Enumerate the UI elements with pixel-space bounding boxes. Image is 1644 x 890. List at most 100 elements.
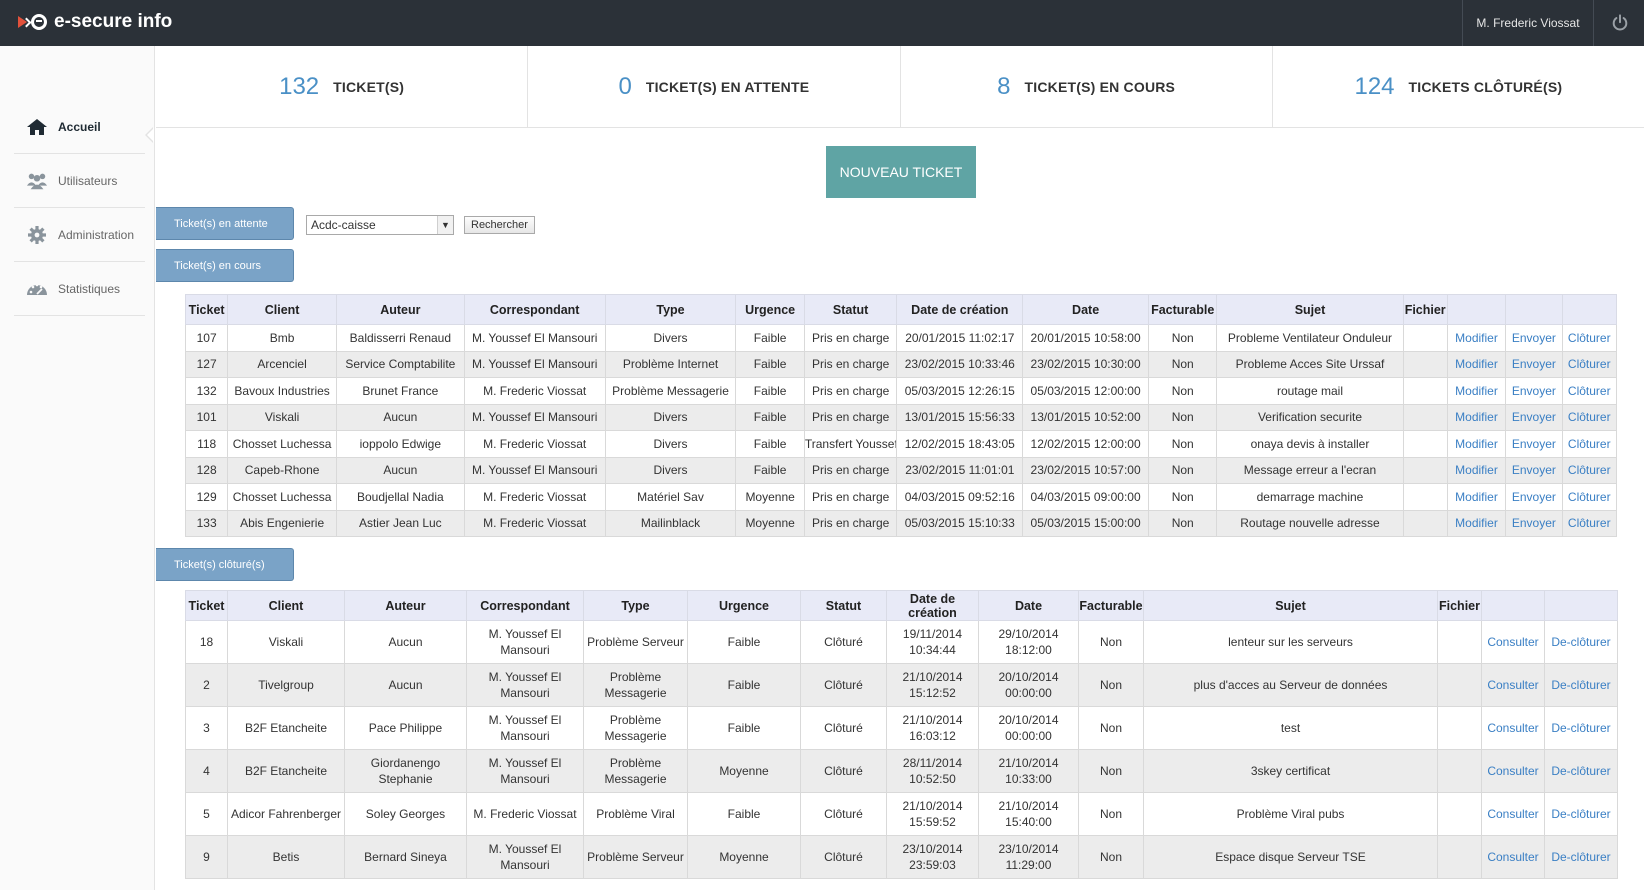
power-icon[interactable]: [1596, 0, 1644, 46]
stat-value: 124: [1354, 72, 1395, 100]
table-cell: 12/02/2015 12:00:00: [1022, 430, 1149, 458]
action-link[interactable]: De-clôturer: [1544, 835, 1618, 879]
users-icon: [26, 170, 48, 192]
action-link[interactable]: De-clôturer: [1544, 749, 1618, 793]
table-cell: 20/10/2014 00:00:00: [978, 706, 1079, 750]
user-name[interactable]: M. Frederic Viossat: [1462, 0, 1594, 46]
dashboard-icon: [26, 278, 48, 300]
table-row: 101 Viskali Aucun M. Youssef El Mansouri Div…: [184, 403, 1618, 431]
action-link[interactable]: Clôturer: [1561, 403, 1618, 431]
table-cell: 23/02/2015 11:01:01: [896, 456, 1024, 484]
table-cell: Faible: [687, 620, 801, 664]
column-header: Auteur: [335, 294, 465, 325]
search-button[interactable]: Rechercher: [464, 216, 535, 234]
action-link[interactable]: Clôturer: [1561, 430, 1618, 458]
action-link[interactable]: Envoyer: [1505, 430, 1563, 458]
action-link[interactable]: Clôturer: [1561, 483, 1618, 511]
table-cell: Tivelgroup: [227, 663, 345, 707]
table-row: 127 Arcenciel Service Comptabilite M. Youss…: [184, 350, 1618, 378]
sidebar-item-administration[interactable]: Administration: [14, 208, 145, 262]
table-cell: Problème Viral: [583, 792, 688, 836]
column-header: [1505, 294, 1563, 325]
table-cell: plus d'acces au Serveur de données: [1143, 663, 1438, 707]
action-link[interactable]: Modifier: [1446, 403, 1507, 431]
table-cell: 9: [185, 835, 228, 879]
sidebar-item-utilisateurs[interactable]: Utilisateurs: [14, 154, 145, 208]
action-link[interactable]: Consulter: [1481, 620, 1545, 664]
action-link[interactable]: De-clôturer: [1544, 792, 1618, 836]
action-link[interactable]: Modifier: [1446, 483, 1507, 511]
brand-name: e-secure info: [54, 11, 173, 32]
action-link[interactable]: Consulter: [1481, 706, 1545, 750]
action-link[interactable]: Envoyer: [1505, 324, 1563, 352]
sidebar-item-statistiques[interactable]: Statistiques: [14, 262, 145, 316]
tab-tickets-en-cours[interactable]: Ticket(s) en cours: [156, 249, 294, 282]
action-link[interactable]: Consulter: [1481, 663, 1545, 707]
table-cell: Clôturé: [800, 792, 887, 836]
sidebar-item-accueil[interactable]: Accueil: [14, 100, 145, 154]
action-link[interactable]: Modifier: [1446, 324, 1507, 352]
action-link[interactable]: Envoyer: [1505, 456, 1563, 484]
table-cell: M. Youssef El Mansouri: [466, 835, 584, 879]
table-cell: Aucun: [335, 456, 465, 484]
table-cell: 129: [184, 483, 229, 511]
action-link[interactable]: Modifier: [1446, 456, 1507, 484]
table-cell: Problème Serveur: [583, 620, 688, 664]
table-cell: 13/01/2015 15:56:33: [896, 403, 1024, 431]
table-cell: Pris en charge: [803, 377, 898, 405]
table-cell: 127: [184, 350, 229, 378]
action-link[interactable]: Envoyer: [1505, 350, 1563, 378]
stat-value: 0: [618, 72, 632, 100]
column-header: [1544, 590, 1618, 621]
action-link[interactable]: Envoyer: [1505, 403, 1563, 431]
action-link[interactable]: De-clôturer: [1544, 620, 1618, 664]
action-link[interactable]: Modifier: [1446, 350, 1507, 378]
sidebar-item-label: Administration: [58, 227, 135, 242]
table-cell: M. Frederic Viossat: [463, 483, 606, 511]
table-cell: 2: [185, 663, 228, 707]
table-cell: 05/03/2015 15:00:00: [1022, 509, 1149, 537]
action-link[interactable]: Consulter: [1481, 792, 1545, 836]
column-header: [1481, 590, 1545, 621]
action-link[interactable]: Envoyer: [1505, 377, 1563, 405]
action-link[interactable]: Envoyer: [1505, 509, 1563, 537]
action-link[interactable]: Clôturer: [1561, 509, 1618, 537]
new-ticket-button[interactable]: NOUVEAU TICKET: [826, 146, 976, 198]
action-link[interactable]: De-clôturer: [1544, 706, 1618, 750]
table-cell: M. Frederic Viossat: [466, 792, 584, 836]
table-cell: 28/11/2014 10:52:50: [886, 749, 979, 793]
chevron-down-icon[interactable]: ▼: [437, 216, 453, 234]
column-header: Fichier: [1437, 590, 1482, 621]
tab-tickets-clotures[interactable]: Ticket(s) clôturé(s): [156, 548, 294, 581]
table-cell: [1402, 350, 1448, 378]
table-cell: Moyenne: [687, 835, 801, 879]
action-link[interactable]: Modifier: [1446, 430, 1507, 458]
table-cell: 118: [184, 430, 229, 458]
brand[interactable]: e-secure info: [18, 9, 172, 35]
action-link[interactable]: Clôturer: [1561, 456, 1618, 484]
table-cell: M. Youssef El Mansouri: [466, 749, 584, 793]
table-cell: Pace Philippe: [344, 706, 467, 750]
table-cell: M. Youssef El Mansouri: [466, 706, 584, 750]
table-cell: Clôturé: [800, 835, 887, 879]
tab-tickets-en-attente[interactable]: Ticket(s) en attente: [156, 207, 294, 240]
action-link[interactable]: Clôturer: [1561, 350, 1618, 378]
column-header: Correspondant: [463, 294, 606, 325]
action-link[interactable]: Consulter: [1481, 835, 1545, 879]
action-link[interactable]: Modifier: [1446, 377, 1507, 405]
table-cell: [1437, 663, 1482, 707]
closed-tickets-table: Ticket Client Auteur Correspondant Type Urgen…: [185, 590, 1618, 879]
gear-icon: [26, 224, 48, 246]
client-select[interactable]: Acdc-caisse ▼: [306, 215, 454, 235]
action-link[interactable]: Clôturer: [1561, 324, 1618, 352]
action-link[interactable]: Modifier: [1446, 509, 1507, 537]
action-link[interactable]: Consulter: [1481, 749, 1545, 793]
action-link[interactable]: Envoyer: [1505, 483, 1563, 511]
table-cell: M. Youssef El Mansouri: [463, 403, 606, 431]
table-cell: Aucun: [344, 620, 467, 664]
column-header: Date: [978, 590, 1079, 621]
action-link[interactable]: Clôturer: [1561, 377, 1618, 405]
action-link[interactable]: De-clôturer: [1544, 663, 1618, 707]
table-cell: [1402, 483, 1448, 511]
stat-cours: 8 TICKET(S) EN COURS: [901, 46, 1273, 127]
